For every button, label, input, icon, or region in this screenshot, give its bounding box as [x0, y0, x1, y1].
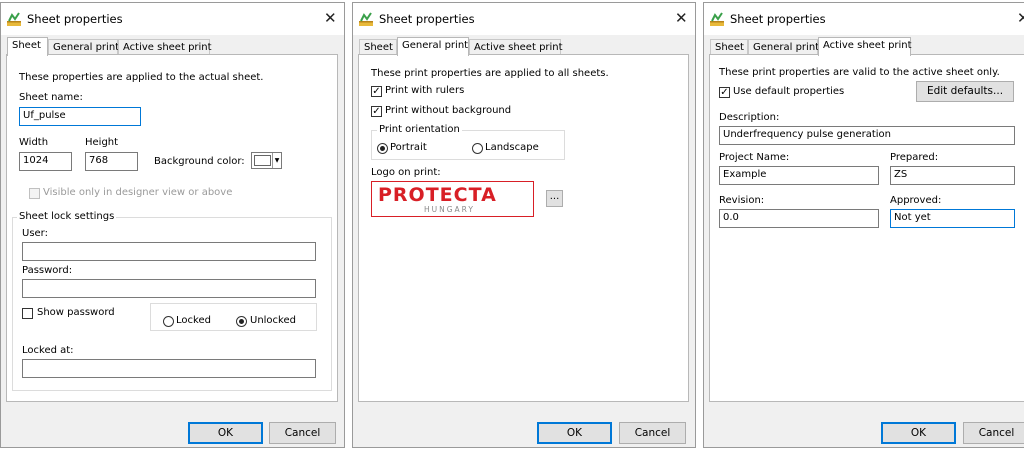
use-default-properties-label: Use default properties [733, 86, 845, 97]
print-orientation-group: Print orientation Portrait Landscape [371, 124, 565, 160]
approved-label: Approved: [890, 195, 942, 206]
visible-only-checkbox[interactable] [29, 188, 40, 199]
sheet-name-input[interactable]: Uf_pulse [19, 107, 141, 126]
intro-text: These print properties are valid to the … [719, 67, 1000, 78]
title-bar: Sheet properties ✕ [353, 3, 695, 35]
sheet-properties-dialog-sheet-tab: Sheet properties ✕ Sheet General print A… [0, 2, 345, 448]
tab-panel: These print properties are valid to the … [709, 54, 1024, 402]
show-password-label: Show password [37, 307, 115, 318]
logo-on-print-label: Logo on print: [371, 167, 441, 178]
background-color-label: Background color: [154, 156, 245, 167]
tab-general-print[interactable]: General print [397, 37, 469, 56]
locked-at-input[interactable] [22, 359, 316, 378]
close-icon[interactable]: ✕ [1017, 9, 1024, 27]
landscape-label: Landscape [485, 142, 539, 153]
dialog-title: Sheet properties [27, 12, 123, 26]
tab-sheet[interactable]: Sheet [7, 37, 48, 56]
tab-general-print[interactable]: General print [748, 39, 819, 55]
unlocked-label: Unlocked [250, 315, 296, 326]
print-orientation-title: Print orientation [377, 124, 462, 135]
print-without-background-checkbox[interactable]: ✓ [371, 106, 382, 117]
prepared-label: Prepared: [890, 152, 939, 163]
edit-defaults-button[interactable]: Edit defaults... [916, 81, 1014, 102]
ok-button[interactable]: OK [537, 422, 612, 444]
height-label: Height [85, 137, 119, 148]
close-icon[interactable]: ✕ [324, 9, 337, 27]
use-default-properties-checkbox[interactable]: ✓ [719, 87, 730, 98]
title-bar: Sheet properties ✕ [1, 3, 344, 35]
user-label: User: [22, 228, 48, 239]
sheet-properties-icon [710, 12, 724, 26]
width-label: Width [19, 137, 49, 148]
revision-label: Revision: [719, 195, 765, 206]
sheet-name-label: Sheet name: [19, 92, 83, 103]
intro-text: These properties are applied to the actu… [19, 72, 264, 83]
description-input[interactable]: Underfrequency pulse generation [719, 126, 1015, 145]
portrait-radio[interactable] [377, 143, 388, 154]
password-input[interactable] [22, 279, 316, 298]
prepared-input[interactable]: ZS [890, 166, 1015, 185]
tab-active-sheet-print[interactable]: Active sheet print [818, 37, 912, 56]
sheet-lock-group: Sheet lock settings User: Password: Show… [12, 211, 332, 391]
logo-sub-text: HUNGARY [424, 205, 475, 214]
title-bar: Sheet properties ✕ [704, 3, 1024, 35]
project-name-input[interactable]: Example [719, 166, 879, 185]
tab-general-print[interactable]: General print [48, 39, 119, 55]
tab-active-sheet-print[interactable]: Active sheet print [118, 39, 212, 55]
print-without-background-label: Print without background [385, 105, 512, 116]
locked-radio[interactable] [163, 316, 174, 327]
visible-only-label: Visible only in designer view or above [43, 187, 233, 198]
cancel-button[interactable]: Cancel [619, 422, 686, 444]
portrait-label: Portrait [390, 142, 427, 153]
ok-button[interactable]: OK [881, 422, 956, 444]
cancel-button[interactable]: Cancel [269, 422, 336, 444]
width-input[interactable]: 1024 [19, 152, 72, 171]
tab-active-sheet-print[interactable]: Active sheet print [469, 39, 563, 55]
approved-input[interactable]: Not yet [890, 209, 1015, 228]
sheet-properties-icon [359, 12, 373, 26]
user-input[interactable] [22, 242, 316, 261]
ok-button[interactable]: OK [188, 422, 263, 444]
description-label: Description: [719, 112, 780, 123]
cancel-button[interactable]: Cancel [963, 422, 1024, 444]
sheet-properties-icon [7, 12, 21, 26]
height-input[interactable]: 768 [85, 152, 138, 171]
tab-panel: These print properties are applied to al… [358, 54, 689, 402]
logo-main-text: PROTECTA [378, 184, 497, 206]
locked-label: Locked [176, 315, 211, 326]
tab-sheet[interactable]: Sheet [359, 39, 397, 55]
close-icon[interactable]: ✕ [675, 9, 688, 27]
chevron-down-icon: ▼ [272, 153, 281, 168]
browse-logo-button[interactable]: ... [546, 190, 563, 207]
dialog-title: Sheet properties [730, 12, 826, 26]
dialog-title: Sheet properties [379, 12, 475, 26]
color-swatch [254, 155, 271, 166]
print-with-rulers-checkbox[interactable]: ✓ [371, 86, 382, 97]
project-name-label: Project Name: [719, 152, 790, 163]
sheet-properties-dialog-general-print-tab: Sheet properties ✕ Sheet General print A… [352, 2, 696, 448]
unlocked-radio[interactable] [236, 316, 247, 327]
lock-state-group: Locked Unlocked [150, 303, 317, 331]
password-label: Password: [22, 265, 73, 276]
logo-preview: PROTECTA HUNGARY [371, 181, 534, 217]
tab-panel: These properties are applied to the actu… [6, 54, 338, 402]
landscape-radio[interactable] [472, 143, 483, 154]
locked-at-label: Locked at: [22, 345, 74, 356]
intro-text: These print properties are applied to al… [371, 68, 609, 79]
revision-input[interactable]: 0.0 [719, 209, 879, 228]
sheet-properties-dialog-active-sheet-print-tab: Sheet properties ✕ Sheet General print A… [703, 2, 1024, 448]
tab-sheet[interactable]: Sheet [710, 39, 748, 55]
background-color-picker[interactable]: ▼ [251, 152, 282, 169]
print-with-rulers-label: Print with rulers [385, 85, 465, 96]
show-password-checkbox[interactable] [22, 308, 33, 319]
sheet-lock-title: Sheet lock settings [17, 211, 117, 222]
